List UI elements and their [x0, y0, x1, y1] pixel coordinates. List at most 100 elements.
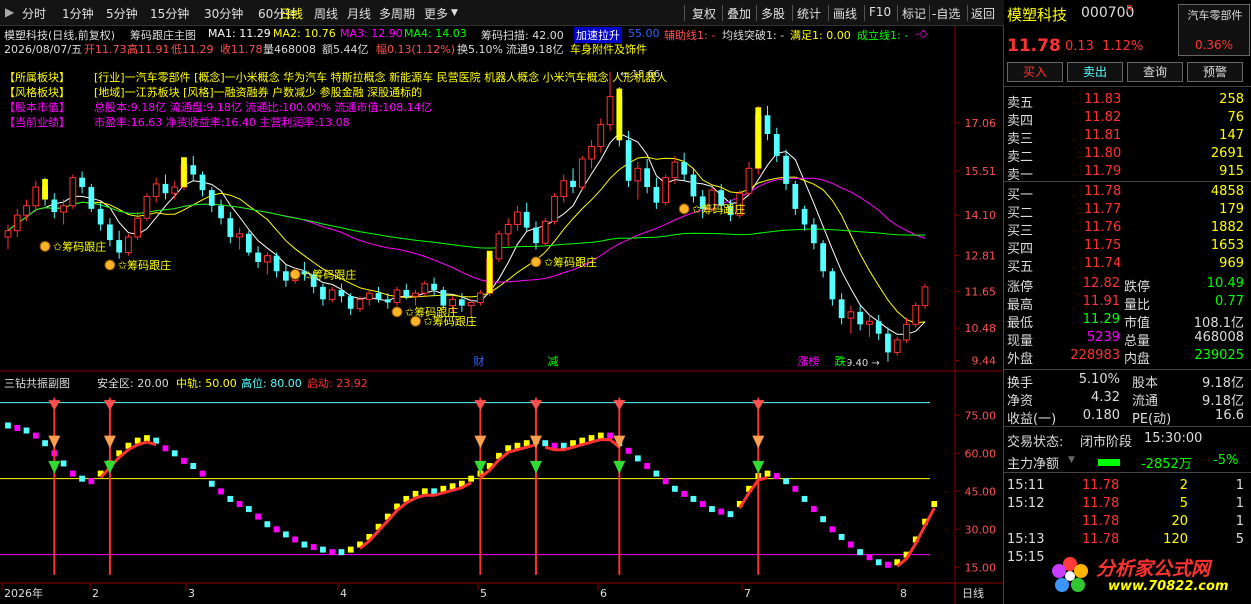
x-axis-label: 4 [340, 587, 347, 600]
x-axis-label: 2 [92, 587, 99, 600]
satisfied-value: 满足1: 0.00 [790, 29, 851, 42]
tick-volume: 5 [1179, 496, 1188, 511]
level-volume: 1653 [1210, 238, 1244, 253]
back-button[interactable]: 返回 [971, 5, 995, 22]
candle-body [51, 199, 58, 212]
menu-arrow-icon[interactable]: ▶ [5, 5, 14, 19]
osc-block [764, 470, 771, 477]
stat-label: 股本 [1132, 376, 1159, 391]
period-tab[interactable]: 1分钟 [62, 5, 94, 22]
sector-box[interactable]: 汽车零部件 0.36% [1178, 4, 1250, 56]
osc-block [60, 460, 67, 467]
period-tab[interactable]: 分时 [22, 5, 46, 22]
tool-button[interactable]: 叠加 [727, 5, 751, 22]
tool-button[interactable]: 标记 [902, 5, 926, 22]
osc-block [672, 485, 678, 492]
osc-block [69, 470, 76, 477]
price-tick-label: 15.51 [965, 165, 997, 178]
ask-row[interactable]: 卖三 11.81 147 [1004, 128, 1251, 147]
status-time: 15:30:00 [1144, 431, 1203, 446]
query-button[interactable]: 查询 [1127, 62, 1183, 82]
period-tab[interactable]: 5分钟 [106, 5, 138, 22]
osc-block [709, 506, 715, 513]
stat-label: 最低 [1007, 316, 1034, 331]
ask-row[interactable]: 卖一 11.79 915 [1004, 164, 1251, 183]
candle-body [477, 292, 484, 303]
tick-row[interactable]: 15:12 11.78 5 1 [1004, 496, 1251, 514]
safe-zone-value: 安全区: 20.00 [97, 377, 169, 390]
tool-button[interactable]: -自选 [932, 5, 960, 22]
header-scroll-icon[interactable]: -◇ [915, 27, 927, 40]
chip-marker-label: ✩筹码跟庄 [118, 258, 171, 272]
mid-value: 中轨: 50.00 [176, 377, 237, 390]
level-volume: 147 [1219, 128, 1244, 143]
sell-button[interactable]: 卖出 [1067, 62, 1123, 82]
ma3-value: MA3: 12.90 [340, 27, 403, 40]
formed-value: 成立线1: - [857, 29, 909, 42]
candle-body [421, 283, 429, 294]
breakout-bar [616, 88, 623, 141]
tick-row[interactable]: 11.78 20 1 [1004, 514, 1251, 532]
chip-marker-label: ✩筹码跟庄 [53, 239, 106, 253]
chip-marker-icon [530, 256, 542, 268]
tick-count: 1 [1235, 496, 1244, 511]
period-tab-active[interactable]: 日线 [279, 5, 303, 22]
period-tab[interactable]: 15分钟 [150, 5, 189, 22]
candle-body [570, 180, 576, 188]
sub-chart-title[interactable]: 三钻共振副图 [4, 375, 70, 391]
candle-body [403, 290, 410, 297]
candle-body [263, 255, 271, 263]
flow-label: 主力净额 [1007, 457, 1060, 472]
industry-value: 车身附件及饰件 [570, 43, 647, 56]
buy-button[interactable]: 买入 [1007, 62, 1063, 82]
bid-row[interactable]: 买二 11.77 179 [1004, 202, 1251, 221]
osc-block [597, 432, 604, 439]
candle-body [199, 174, 206, 191]
tick-row[interactable]: 15:11 11.78 2 1 [1004, 478, 1251, 496]
level-label: 买一 [1007, 188, 1034, 203]
kline-chart-area[interactable]: 17.06 15.51 14.10 12.81 11.65 10.48 9.44 ✩筹码跟庄 ✩… [0, 26, 1003, 604]
candle-body [866, 320, 873, 325]
bid-row[interactable]: 买一 11.78 4858 [1004, 184, 1251, 203]
bid-row[interactable]: 买五 11.74 969 [1004, 256, 1251, 275]
candle-body [458, 299, 465, 306]
ask-row[interactable]: 卖五 11.83 258 [1004, 92, 1251, 111]
period-tab[interactable]: 月线 [347, 5, 371, 22]
candle-body [273, 255, 280, 272]
stat-label: 流通 [1132, 394, 1159, 409]
stat-value: 5239 [1086, 330, 1120, 345]
osc-block [264, 521, 271, 528]
candle-body [4, 230, 12, 238]
candle-body [792, 183, 799, 209]
bid-row[interactable]: 买四 11.75 1653 [1004, 238, 1251, 257]
period-tab[interactable]: 30分钟 [204, 5, 243, 22]
ma2-value: MA2: 10.76 [273, 27, 336, 40]
osc-block [625, 447, 632, 454]
tool-button[interactable]: 多股 [761, 5, 785, 22]
more-menu[interactable]: 更多 [424, 5, 448, 22]
tool-button[interactable]: 统计 [797, 5, 821, 22]
stat-value: 11.91 [1082, 294, 1120, 309]
alert-button[interactable]: 预警 [1187, 62, 1243, 82]
tool-button[interactable]: 复权 [692, 5, 716, 22]
osc-block [171, 450, 178, 457]
stats-row: 外盘 228983 内盘 239025 [1004, 348, 1251, 367]
tick-time: 15:12 [1007, 496, 1045, 511]
bid-row[interactable]: 买三 11.76 1882 [1004, 220, 1251, 239]
volume-value: 量468008 [263, 43, 316, 56]
tool-button[interactable]: F10 [869, 5, 891, 19]
ask-row[interactable]: 卖二 11.80 2691 [1004, 146, 1251, 165]
tick-row[interactable]: 15:13 11.78 120 5 [1004, 532, 1251, 550]
stat-label: 外盘 [1007, 352, 1034, 367]
stat-label: 总量 [1124, 334, 1151, 349]
osc-block [792, 485, 799, 492]
period-tab[interactable]: 周线 [314, 5, 338, 22]
capital-value: 总股本:9.18亿 流通盘:9.18亿 流通比:100.00% 流通市值:108… [94, 101, 432, 114]
chip-marker-icon [104, 259, 116, 271]
ask-row[interactable]: 卖四 11.82 76 [1004, 110, 1251, 129]
tool-button[interactable]: 画线 [833, 5, 857, 22]
level-price: 11.78 [1084, 184, 1122, 199]
stat-label: 换手 [1007, 376, 1034, 391]
period-tab[interactable]: 多周期 [379, 5, 415, 22]
dropdown-icon[interactable]: ▼ [451, 8, 458, 18]
